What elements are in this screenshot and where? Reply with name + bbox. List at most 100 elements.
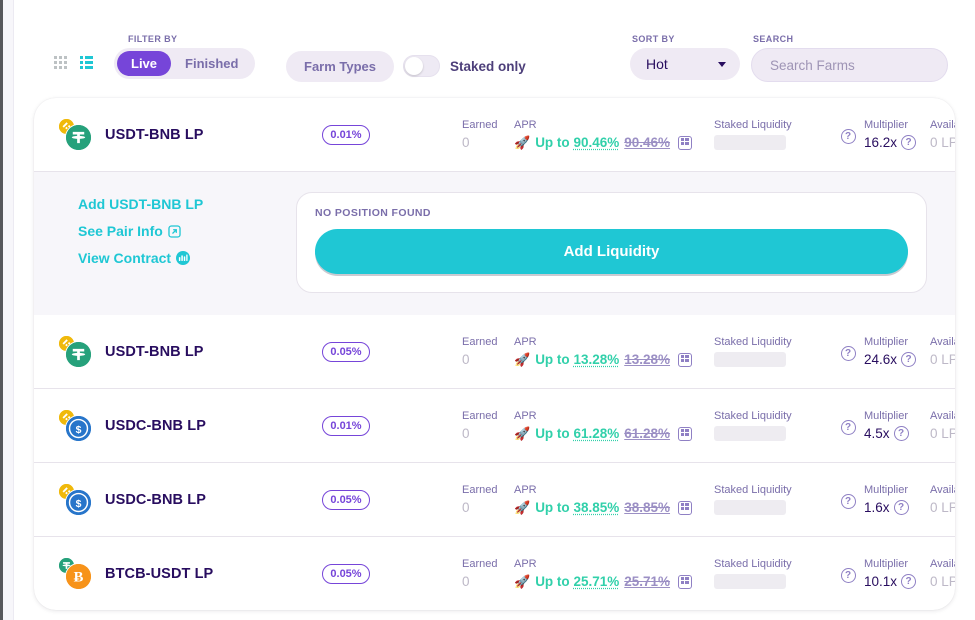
filter-tab-live[interactable]: Live	[117, 51, 172, 76]
earned-header: Earned	[462, 336, 498, 348]
sort-by-select[interactable]: Hot	[630, 48, 740, 80]
farms-toolbar: FILTER BY Live Finished Farm Types Stake…	[14, 0, 975, 98]
help-circle-icon[interactable]: ?	[840, 568, 856, 583]
staked-liquidity-header: Staked Liquidity	[714, 410, 792, 422]
farm-row[interactable]: USDT-BNB LP 0.01% Earned 0 APR 🚀 Up to 90.46% 9…	[34, 98, 955, 171]
calculator-icon[interactable]	[678, 352, 693, 367]
farm-apr-column: APR 🚀 Up to 25.71% 25.71%	[514, 558, 714, 589]
search-label: SEARCH	[753, 34, 794, 44]
staked-liquidity-header: Staked Liquidity	[714, 484, 792, 496]
earned-value: 0	[462, 426, 470, 441]
token-icon-usdt	[65, 123, 92, 151]
earned-header: Earned	[462, 484, 498, 496]
farm-row[interactable]: $ USDC-BNB LP 0.05% Earned 0 APR 🚀 Up to 38.85%…	[34, 463, 955, 536]
search-group: SEARCH	[751, 34, 948, 82]
svg-text:Ƀ: Ƀ	[74, 569, 84, 585]
farm-available-column: Available 0 LP	[930, 558, 955, 589]
apr-header: APR	[514, 336, 537, 348]
farm-token-pair: $ USDC-BNB LP	[58, 408, 308, 443]
help-circle-icon[interactable]: ?	[840, 129, 856, 144]
token-icon-usdt	[65, 340, 92, 368]
view-contract-link[interactable]: View Contract	[78, 250, 268, 266]
staked-liquidity-placeholder	[714, 352, 786, 367]
available-header: Available	[930, 484, 955, 496]
calculator-icon[interactable]	[678, 574, 693, 589]
add-lp-link[interactable]: Add USDT-BNB LP	[78, 196, 268, 212]
multiplier-header: Multiplier	[864, 336, 909, 348]
multiplier-header: Multiplier	[864, 119, 909, 131]
staked-liquidity-help: ?	[832, 342, 864, 361]
farm-pair-name: USDT-BNB LP	[105, 126, 204, 143]
farm-fee-badge: 0.05%	[322, 341, 370, 362]
calculator-icon[interactable]	[678, 500, 693, 515]
available-value: 0 LP	[930, 426, 955, 441]
rocket-icon: 🚀	[514, 352, 531, 367]
help-circle-icon[interactable]: ?	[901, 352, 917, 367]
token-icons	[58, 334, 94, 369]
farm-multiplier-column: Multiplier 16.2x?	[864, 119, 930, 150]
apr-base-value: 61.28%	[624, 426, 671, 441]
calculator-icon[interactable]	[678, 426, 693, 441]
farm-pair-name: USDC-BNB LP	[105, 417, 206, 434]
farm-row[interactable]: USDT-BNB LP 0.05% Earned 0 APR 🚀 Up to 13.28% 1…	[34, 315, 955, 388]
farm-expanded-panel: Add USDT-BNB LP See Pair Info View Contrac…	[34, 171, 955, 315]
multiplier-value: 4.5x?	[864, 426, 930, 441]
farm-apr-column: APR 🚀 Up to 38.85% 38.85%	[514, 484, 714, 515]
staked-only-label: Staked only	[450, 58, 526, 74]
help-circle-icon[interactable]: ?	[840, 346, 856, 361]
multiplier-header: Multiplier	[864, 484, 909, 496]
staked-liquidity-help: ?	[832, 125, 864, 144]
farm-earned-column: Earned 0	[462, 484, 514, 515]
help-circle-icon[interactable]: ?	[893, 500, 909, 515]
farm-row[interactable]: $ USDC-BNB LP 0.01% Earned 0 APR 🚀 Up to 61.28%…	[34, 389, 955, 462]
earned-value: 0	[462, 500, 470, 515]
help-circle-icon[interactable]: ?	[893, 426, 909, 441]
farm-fee-badge: 0.05%	[322, 489, 370, 510]
help-circle-icon[interactable]: ?	[901, 574, 917, 589]
earned-value: 0	[462, 574, 470, 589]
add-liquidity-button[interactable]: Add Liquidity	[315, 229, 908, 274]
farm-pair-name: USDT-BNB LP	[105, 343, 204, 360]
list-view-icon[interactable]	[80, 56, 93, 69]
token-icon-usdc: $	[65, 488, 92, 516]
farm-row[interactable]: Ƀ BTCB-USDT LP 0.05% Earned 0 APR 🚀 Up to 25.71…	[34, 537, 955, 610]
available-header: Available	[930, 336, 955, 348]
farm-position-panel: NO POSITION FOUND Add Liquidity	[296, 192, 927, 293]
staked-liquidity-placeholder	[714, 574, 786, 589]
filter-tab-finished[interactable]: Finished	[171, 51, 252, 76]
staked-liquidity-placeholder	[714, 135, 786, 150]
filter-by-label: FILTER BY	[128, 34, 178, 44]
grid-view-icon[interactable]	[54, 56, 67, 69]
help-circle-icon[interactable]: ?	[901, 135, 917, 150]
see-pair-info-link[interactable]: See Pair Info	[78, 223, 268, 239]
farm-pair-name: USDC-BNB LP	[105, 491, 206, 508]
farm-multiplier-column: Multiplier 4.5x?	[864, 410, 930, 441]
help-circle-icon[interactable]: ?	[840, 420, 856, 435]
search-input[interactable]	[751, 48, 948, 82]
external-link-icon	[168, 224, 181, 238]
staked-liquidity-placeholder	[714, 500, 786, 515]
no-position-label: NO POSITION FOUND	[315, 207, 431, 219]
apr-values: 🚀 Up to 90.46% 90.46%	[514, 135, 714, 150]
help-circle-icon[interactable]: ?	[840, 494, 856, 509]
staked-liquidity-header: Staked Liquidity	[714, 336, 792, 348]
farm-available-column: Available 0 LP	[930, 336, 955, 367]
farm-types-button[interactable]: Farm Types	[286, 51, 395, 82]
available-value: 0 LP	[930, 135, 955, 150]
farm-staked-liquidity-column: Staked Liquidity	[714, 484, 832, 515]
farm-token-pair: Ƀ BTCB-USDT LP	[58, 556, 308, 591]
apr-base-value: 13.28%	[624, 352, 671, 367]
staked-liquidity-placeholder	[714, 426, 786, 441]
available-value: 0 LP	[930, 574, 955, 589]
earned-value: 0	[462, 135, 470, 150]
farm-available-column: Available 0 LP	[930, 410, 955, 441]
calculator-icon[interactable]	[678, 135, 693, 150]
staked-only-toggle[interactable]	[403, 55, 440, 77]
rocket-icon: 🚀	[514, 426, 531, 441]
bscscan-icon	[176, 251, 191, 265]
available-value: 0 LP	[930, 500, 955, 515]
multiplier-value: 1.6x?	[864, 500, 930, 515]
apr-current-value: Up to 61.28%	[535, 426, 620, 441]
apr-current-value: Up to 90.46%	[535, 135, 620, 150]
farm-staked-liquidity-column: Staked Liquidity	[714, 558, 832, 589]
